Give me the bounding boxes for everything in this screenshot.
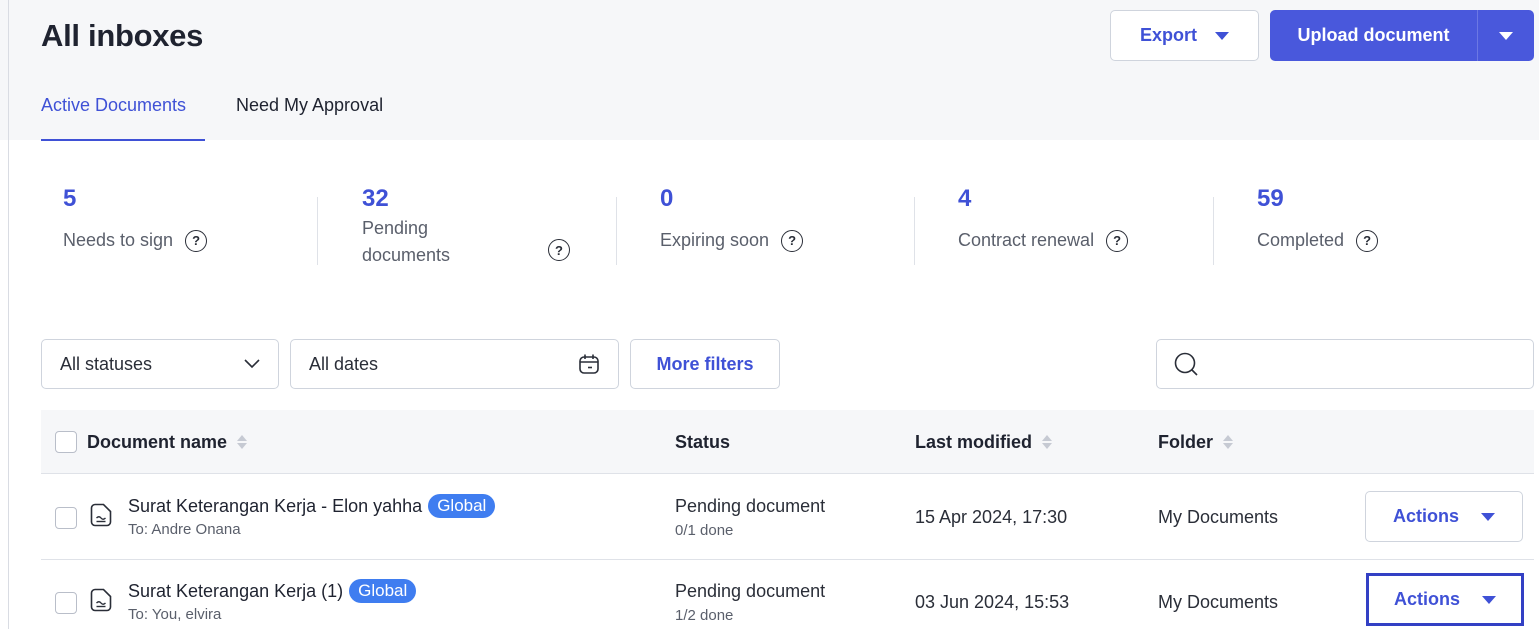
stat-divider <box>616 197 617 265</box>
export-button[interactable]: Export <box>1110 10 1259 61</box>
column-folder[interactable]: Folder <box>1158 410 1234 474</box>
caret-down-icon <box>1481 512 1495 521</box>
table-row[interactable]: Surat Keterangan Kerja (1) Global To: Yo… <box>41 560 1534 629</box>
document-progress: 1/2 done <box>675 607 734 624</box>
sort-icon[interactable] <box>1042 435 1053 449</box>
stat-divider <box>1213 197 1214 265</box>
table-header: Document name Status Last modified Folde… <box>41 410 1534 474</box>
document-recipient: To: You, elvira <box>128 606 222 623</box>
status-filter-select[interactable]: All statuses <box>41 339 279 389</box>
stat-value: 0 <box>660 185 674 212</box>
help-icon[interactable]: ? <box>1356 229 1379 252</box>
column-label: Last modified <box>915 431 1033 452</box>
upload-document-button[interactable]: Upload document <box>1270 10 1478 61</box>
caret-down-icon <box>1215 31 1229 40</box>
stat-completed[interactable]: 59 Completed ? <box>1257 185 1379 254</box>
date-filter-input[interactable]: All dates <box>290 339 619 389</box>
help-icon[interactable]: ? <box>781 229 804 252</box>
column-label: Folder <box>1158 431 1214 452</box>
stat-label: Expiring soon <box>660 230 770 250</box>
document-status: Pending document <box>675 496 826 516</box>
actions-button[interactable]: Actions <box>1366 573 1524 626</box>
more-filters-button[interactable]: More filters <box>630 339 780 389</box>
upload-document-label: Upload document <box>1297 25 1450 45</box>
row-checkbox[interactable] <box>55 507 77 529</box>
row-checkbox[interactable] <box>55 592 77 614</box>
date-filter-value: All dates <box>309 353 379 374</box>
caret-down-icon <box>1499 31 1513 40</box>
stat-label: Needs to sign <box>63 230 174 250</box>
stat-pending-documents[interactable]: 32 Pending documents ? <box>362 185 570 269</box>
stat-contract-renewal[interactable]: 4 Contract renewal ? <box>958 185 1129 254</box>
left-border <box>8 0 9 629</box>
stat-divider <box>317 197 318 265</box>
stat-needs-to-sign[interactable]: 5 Needs to sign ? <box>63 185 208 254</box>
upload-document-button-group: Upload document <box>1270 10 1534 61</box>
document-name-link[interactable]: Surat Keterangan Kerja - Elon yahha Glob… <box>128 494 496 518</box>
status-filter-value: All statuses <box>60 353 153 374</box>
last-modified: 03 Jun 2024, 15:53 <box>915 592 1070 612</box>
document-name: Surat Keterangan Kerja - Elon yahha <box>128 495 423 516</box>
more-filters-label: More filters <box>656 353 754 374</box>
stat-value: 4 <box>958 185 972 212</box>
stat-label: Contract renewal <box>958 230 1095 250</box>
page-title: All inboxes <box>41 18 204 53</box>
document-icon <box>90 588 112 612</box>
stat-value: 59 <box>1257 185 1284 212</box>
caret-down-icon <box>1482 595 1496 604</box>
document-name-link[interactable]: Surat Keterangan Kerja (1) Global <box>128 579 417 603</box>
document-name: Surat Keterangan Kerja (1) <box>128 580 344 601</box>
last-modified: 15 Apr 2024, 17:30 <box>915 507 1068 527</box>
column-status: Status <box>675 410 730 474</box>
table-row[interactable]: Surat Keterangan Kerja - Elon yahha Glob… <box>41 475 1534 560</box>
actions-label: Actions <box>1393 589 1460 609</box>
tab-need-my-approval[interactable]: Need My Approval <box>236 95 383 141</box>
folder-name: My Documents <box>1158 507 1279 527</box>
scope-badge: Global <box>349 579 417 603</box>
tab-active-documents[interactable]: Active Documents <box>41 95 205 141</box>
scope-badge: Global <box>428 494 496 518</box>
document-recipient: To: Andre Onana <box>128 521 241 538</box>
sort-icon[interactable] <box>1223 435 1234 449</box>
tab-label: Need My Approval <box>236 95 384 115</box>
actions-label: Actions <box>1392 506 1459 526</box>
column-label: Status <box>675 431 731 452</box>
select-all-checkbox[interactable] <box>55 431 77 453</box>
chevron-down-icon <box>244 359 260 369</box>
stat-divider <box>914 197 915 265</box>
folder-name: My Documents <box>1158 592 1279 612</box>
stat-label: Pending documents <box>362 218 451 265</box>
sort-icon[interactable] <box>237 435 248 449</box>
calendar-icon <box>579 354 599 374</box>
column-last-modified[interactable]: Last modified <box>915 410 1053 474</box>
document-progress: 0/1 done <box>675 522 734 539</box>
search-icon <box>1174 352 1198 376</box>
stat-value: 32 <box>362 185 389 212</box>
stat-label: Completed <box>1257 230 1345 250</box>
column-document-name[interactable]: Document name <box>55 410 248 474</box>
column-label: Document name <box>87 431 228 452</box>
help-icon[interactable]: ? <box>185 229 208 252</box>
stat-value: 5 <box>63 185 77 212</box>
document-icon <box>90 503 112 527</box>
export-label: Export <box>1139 25 1197 45</box>
actions-button[interactable]: Actions <box>1365 491 1523 542</box>
search-input[interactable] <box>1156 339 1534 389</box>
stat-expiring-soon[interactable]: 0 Expiring soon ? <box>660 185 804 254</box>
help-icon[interactable]: ? <box>548 239 570 261</box>
upload-options-toggle[interactable] <box>1478 10 1534 61</box>
tab-label: Active Documents <box>41 95 187 115</box>
help-icon[interactable]: ? <box>1106 229 1129 252</box>
document-status: Pending document <box>675 581 826 601</box>
